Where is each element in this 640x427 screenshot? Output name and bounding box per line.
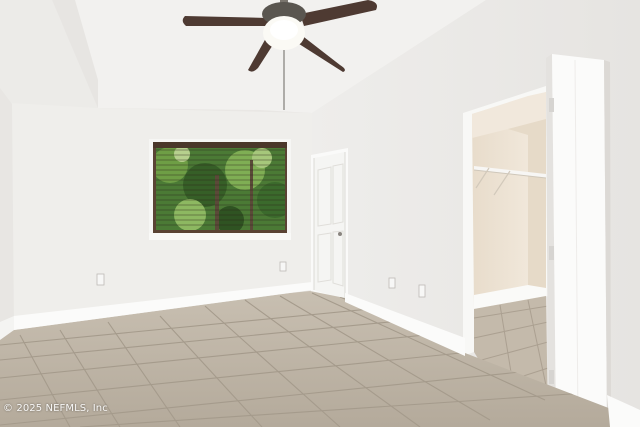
copyright-watermark: © 2025 NEFMLS, Inc bbox=[3, 403, 108, 414]
wall-outlet bbox=[279, 261, 287, 272]
wall-outlet bbox=[96, 273, 105, 286]
doorway bbox=[311, 148, 348, 302]
door-hinge bbox=[549, 98, 554, 112]
left-wall bbox=[0, 88, 14, 336]
door-knob bbox=[338, 232, 342, 236]
closet-door bbox=[546, 54, 607, 427]
wall-outlet bbox=[388, 277, 396, 289]
window bbox=[149, 139, 291, 240]
wall-outlet bbox=[418, 284, 426, 298]
room-illustration bbox=[0, 0, 640, 427]
door-hinge bbox=[549, 370, 554, 384]
vacant-bedroom-photo: © 2025 NEFMLS, Inc bbox=[0, 0, 640, 427]
door-hinge bbox=[549, 246, 554, 260]
